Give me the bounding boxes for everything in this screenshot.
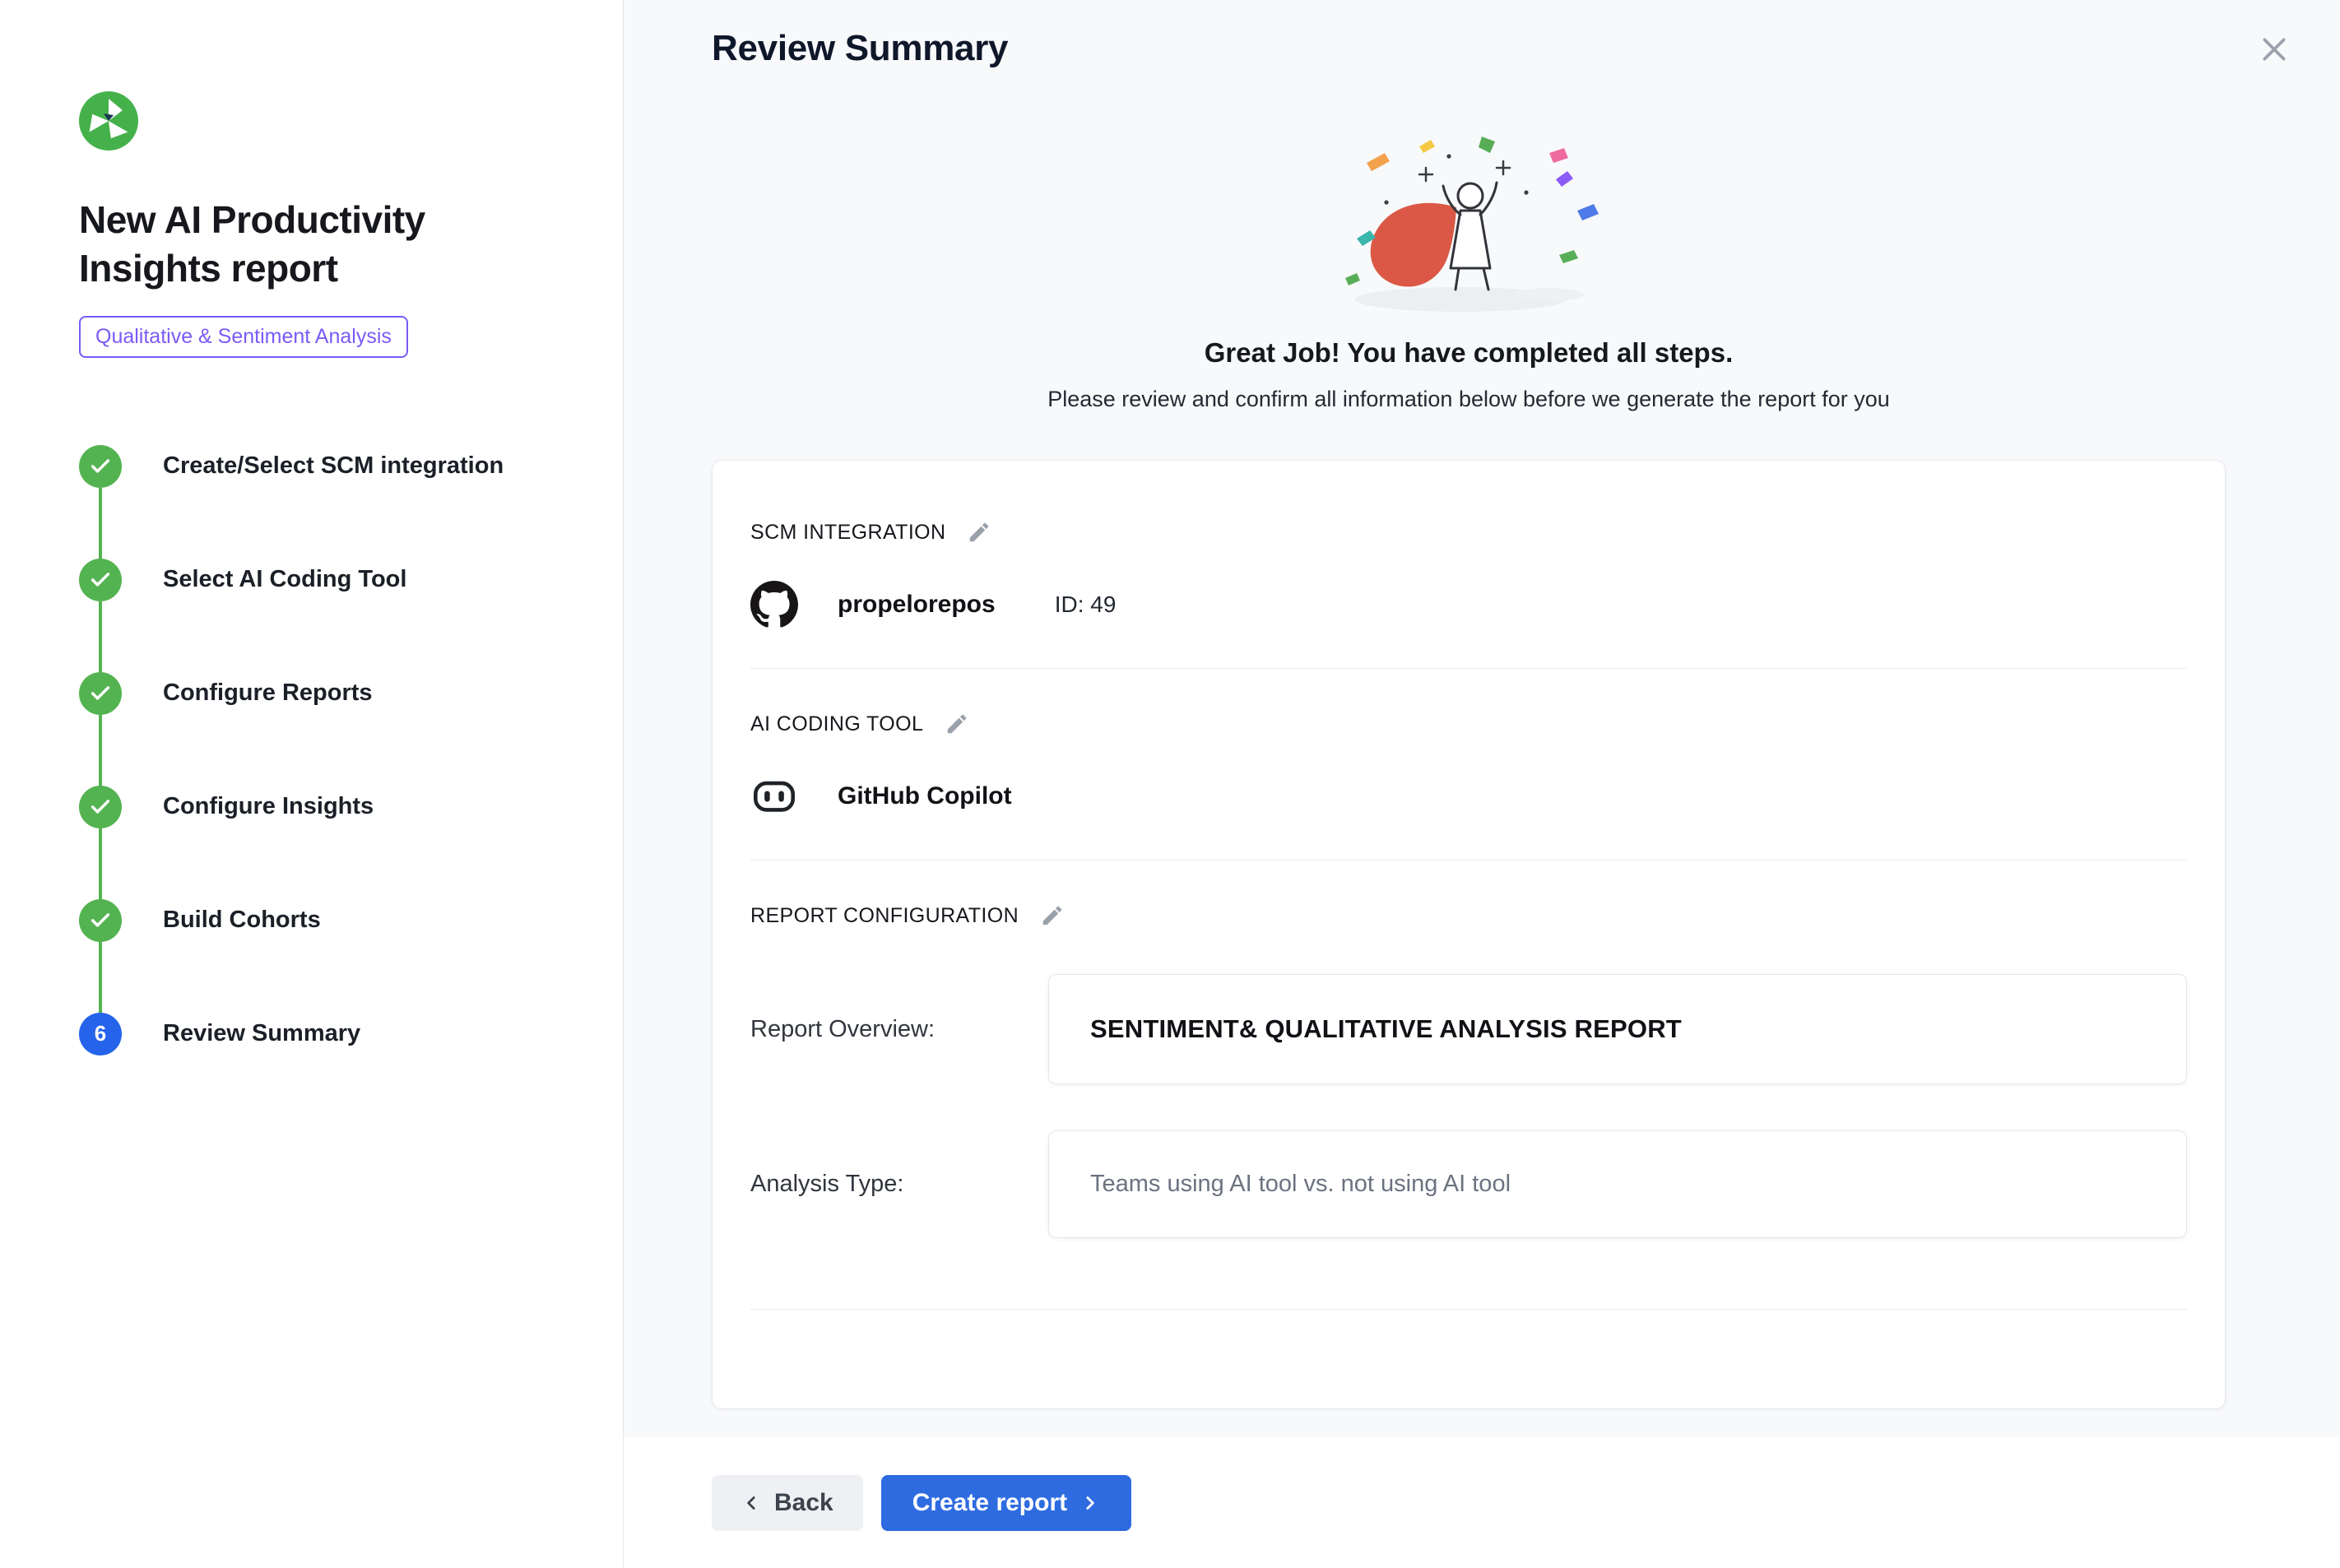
ai-tool-heading: AI CODING TOOL xyxy=(750,712,923,736)
step-scm-integration[interactable]: Create/Select SCM integration xyxy=(79,445,573,559)
report-overview-box: SENTIMENT& QUALITATIVE ANALYSIS REPORT xyxy=(1048,974,2187,1084)
step-connector xyxy=(99,828,102,899)
step-check-circle xyxy=(79,559,122,601)
copilot-icon xyxy=(750,772,798,820)
step-check-circle xyxy=(79,786,122,828)
chevron-left-icon xyxy=(741,1492,763,1514)
github-icon xyxy=(750,581,798,629)
congrats-heading: Great Job! You have completed all steps. xyxy=(712,337,2226,369)
check-icon xyxy=(89,455,112,478)
step-number: 6 xyxy=(95,1021,106,1046)
scm-heading: SCM INTEGRATION xyxy=(750,521,945,545)
analysis-type-box: Teams using AI tool vs. not using AI too… xyxy=(1048,1130,2187,1238)
page-title: Review Summary xyxy=(712,28,1008,69)
step-build-cohorts[interactable]: Build Cohorts xyxy=(79,899,573,1013)
wizard-sidebar: New AI Productivity Insights report Qual… xyxy=(0,0,624,1568)
panel-content: Great Job! You have completed all steps.… xyxy=(624,86,2340,1437)
ai-tool-name: GitHub Copilot xyxy=(838,782,1012,810)
step-label: Select AI Coding Tool xyxy=(163,559,406,601)
step-ai-coding-tool[interactable]: Select AI Coding Tool xyxy=(79,559,573,672)
close-icon[interactable] xyxy=(2258,33,2291,66)
back-button-label: Back xyxy=(774,1489,833,1517)
summary-card: SCM INTEGRATION propelorepos ID: 49 xyxy=(712,460,2226,1409)
check-icon xyxy=(89,909,112,932)
step-configure-insights[interactable]: Configure Insights xyxy=(79,786,573,899)
step-check-circle xyxy=(79,899,122,942)
section-divider xyxy=(750,668,2187,669)
scm-section: SCM INTEGRATION propelorepos ID: 49 xyxy=(750,520,2187,669)
scm-name: propelorepos xyxy=(838,591,996,619)
report-overview-row: Report Overview: SENTIMENT& QUALITATIVE … xyxy=(750,974,2187,1084)
step-check-circle xyxy=(79,445,122,488)
section-divider xyxy=(750,860,2187,861)
check-icon xyxy=(89,568,112,591)
report-title: New AI Productivity Insights report xyxy=(79,196,523,293)
check-icon xyxy=(89,682,112,705)
report-type-badge: Qualitative & Sentiment Analysis xyxy=(79,316,408,358)
analysis-type-label: Analysis Type: xyxy=(750,1171,1048,1198)
ai-tool-section: AI CODING TOOL GitHub Copilot xyxy=(750,712,2187,861)
step-connector xyxy=(99,715,102,786)
step-number-circle: 6 xyxy=(79,1013,122,1055)
chevron-right-icon xyxy=(1079,1492,1100,1514)
create-report-label: Create report xyxy=(912,1489,1067,1517)
step-label: Review Summary xyxy=(163,1013,360,1055)
wizard-steps: Create/Select SCM integration Select AI … xyxy=(79,445,573,1055)
scm-id: ID: 49 xyxy=(1055,591,1117,618)
step-connector xyxy=(99,488,102,559)
step-connector xyxy=(99,601,102,672)
step-label: Configure Reports xyxy=(163,672,373,715)
create-report-button[interactable]: Create report xyxy=(881,1475,1131,1531)
edit-scm-icon[interactable] xyxy=(967,520,991,545)
edit-report-config-icon[interactable] xyxy=(1040,903,1065,928)
back-button[interactable]: Back xyxy=(712,1475,863,1531)
celebration-illustration xyxy=(1288,132,1650,322)
section-divider xyxy=(750,1309,2187,1310)
step-review-summary[interactable]: 6 Review Summary xyxy=(79,1013,573,1055)
report-overview-label: Report Overview: xyxy=(750,1016,1048,1043)
step-check-circle xyxy=(79,672,122,715)
step-configure-reports[interactable]: Configure Reports xyxy=(79,672,573,786)
report-config-heading: REPORT CONFIGURATION xyxy=(750,904,1019,928)
check-icon xyxy=(89,796,112,819)
congrats-subheading: Please review and confirm all informatio… xyxy=(712,387,2226,412)
review-summary-panel: Review Summary xyxy=(624,0,2340,1568)
propelo-logo-icon xyxy=(79,91,138,151)
step-connector xyxy=(99,942,102,1013)
step-label: Configure Insights xyxy=(163,786,374,828)
step-label: Create/Select SCM integration xyxy=(163,445,504,488)
report-overview-value: SENTIMENT& QUALITATIVE ANALYSIS REPORT xyxy=(1090,1014,1682,1043)
wizard-footer: Back Create report xyxy=(624,1437,2340,1568)
congrats-block: Great Job! You have completed all steps.… xyxy=(712,132,2226,412)
edit-ai-tool-icon[interactable] xyxy=(945,712,969,736)
analysis-type-row: Analysis Type: Teams using AI tool vs. n… xyxy=(750,1130,2187,1238)
report-config-section: REPORT CONFIGURATION Report Overview: SE… xyxy=(750,903,2187,1310)
step-label: Build Cohorts xyxy=(163,899,321,942)
analysis-type-value: Teams using AI tool vs. not using AI too… xyxy=(1090,1171,1511,1197)
app-window: New AI Productivity Insights report Qual… xyxy=(0,0,2340,1568)
panel-header: Review Summary xyxy=(624,0,2340,86)
